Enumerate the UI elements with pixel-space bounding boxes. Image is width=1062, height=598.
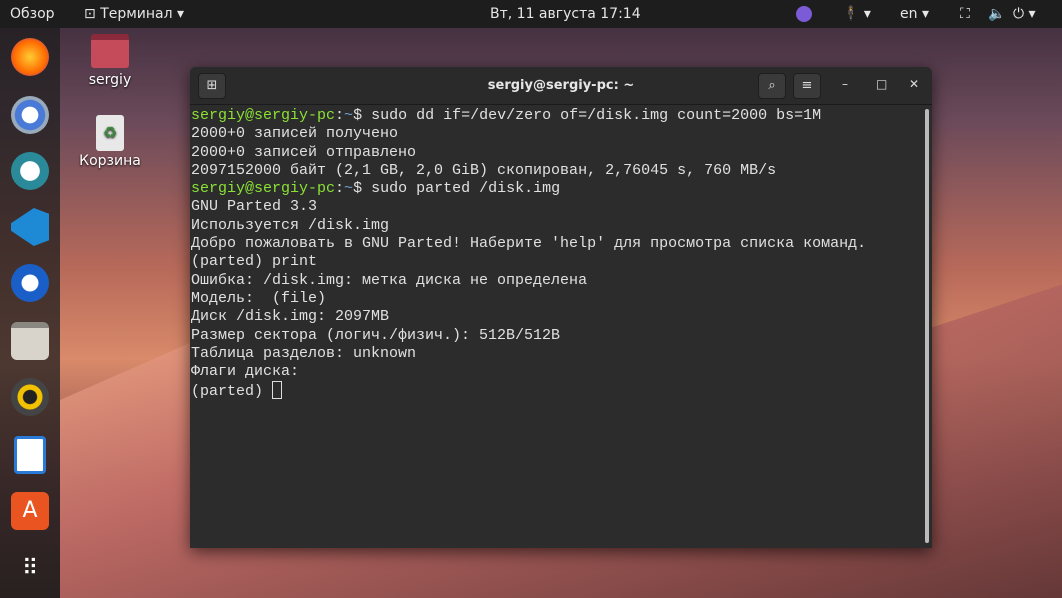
- output-line: Таблица разделов: unknown: [191, 344, 417, 362]
- output-line: Диск /disk.img: 2097MB: [191, 308, 390, 326]
- prompt-path: ~: [344, 180, 354, 198]
- command: sudo dd if=/dev/zero of=/disk.img count=…: [371, 107, 822, 124]
- vscode-icon[interactable]: [11, 208, 49, 246]
- maximize-button[interactable]: □: [876, 77, 887, 91]
- terminal-window: ⊞ sergiy@sergiy-pc: ~ ⌕ ≡ – □ ✕ sergiy@s…: [190, 67, 932, 548]
- chromium-icon[interactable]: [11, 96, 49, 134]
- minimize-button[interactable]: –: [842, 77, 848, 91]
- output-line: 2000+0 записей отправлено: [191, 143, 417, 161]
- app-menu-label: Терминал: [100, 6, 173, 22]
- desktop-trash[interactable]: ♻ Корзина: [75, 115, 145, 169]
- output-line: GNU Parted 3.3: [191, 198, 318, 216]
- command: sudo parted /disk.img: [371, 180, 561, 198]
- show-apps-icon[interactable]: ⠿: [11, 550, 49, 588]
- app-menu[interactable]: ⊡ Терминал ▾: [84, 6, 184, 22]
- current-prompt-line[interactable]: (parted): [191, 381, 932, 401]
- rhythmbox-icon[interactable]: [11, 378, 49, 416]
- activities-button[interactable]: Обзор: [10, 6, 55, 22]
- output-line: Модель: (file): [191, 289, 327, 307]
- accessibility-icon[interactable]: 🕴 ▾: [842, 6, 871, 22]
- menu-button[interactable]: ≡: [793, 73, 821, 99]
- clock[interactable]: Вт, 11 августа 17:14: [490, 6, 641, 22]
- scrollbar[interactable]: [925, 109, 929, 543]
- terminal-icon: ⊡: [84, 6, 96, 22]
- language-label: en: [900, 6, 918, 22]
- home-label: sergiy: [88, 72, 132, 88]
- prompt-line: sergiy@sergiy-pc:~$ sudo parted /disk.im…: [191, 180, 561, 198]
- cursor: [272, 381, 283, 400]
- output-line: 2097152000 байт (2,1 GB, 2,0 GiB) скопир…: [191, 161, 777, 179]
- network-icon[interactable]: ⛶: [960, 6, 970, 22]
- prompt-line: sergiy@sergiy-pc:~$ sudo dd if=/dev/zero…: [191, 107, 822, 124]
- prompt-path: ~: [344, 107, 354, 124]
- trash-icon: ♻: [96, 115, 124, 151]
- output-line: Ошибка: /disk.img: метка диска не опреде…: [191, 271, 588, 289]
- thunderbird-icon[interactable]: [11, 264, 49, 302]
- output-line: (parted) print: [191, 253, 318, 271]
- remmina-icon[interactable]: [11, 152, 49, 190]
- terminal-output[interactable]: sergiy@sergiy-pc:~$ sudo dd if=/dev/zero…: [190, 105, 932, 402]
- title-bar[interactable]: ⊞ sergiy@sergiy-pc: ~ ⌕ ≡ – □ ✕: [190, 67, 932, 105]
- power-icon[interactable]: ⏻ ▾: [1013, 6, 1036, 22]
- volume-icon[interactable]: 🔈: [988, 6, 1005, 22]
- dock: A ⠿: [0, 28, 60, 598]
- files-icon[interactable]: [11, 322, 49, 360]
- home-folder-icon: [91, 34, 129, 68]
- parted-prompt: (parted): [191, 383, 273, 401]
- viber-icon[interactable]: [796, 6, 812, 22]
- search-button[interactable]: ⌕: [758, 73, 786, 99]
- language-menu[interactable]: en ▾: [900, 6, 929, 22]
- prompt-user-host: sergiy@sergiy-pc: [191, 107, 336, 124]
- prompt-user-host: sergiy@sergiy-pc: [191, 180, 336, 198]
- writer-icon[interactable]: [14, 436, 46, 474]
- output-line: 2000+0 записей получено: [191, 125, 399, 143]
- trash-label: Корзина: [79, 153, 141, 169]
- top-bar: Обзор ⊡ Терминал ▾ Вт, 11 августа 17:14 …: [0, 0, 1062, 28]
- desktop-home[interactable]: sergiy: [75, 34, 145, 88]
- software-center-icon[interactable]: A: [11, 492, 49, 530]
- output-line: Используется /disk.img: [191, 216, 390, 234]
- output-line: Добро пожаловать в GNU Parted! Наберите …: [191, 235, 867, 253]
- output-line: Размер сектора (логич./физич.): 512B/512…: [191, 326, 561, 344]
- output-line: Флаги диска:: [191, 363, 300, 381]
- firefox-icon[interactable]: [11, 38, 49, 76]
- close-button[interactable]: ✕: [909, 77, 919, 91]
